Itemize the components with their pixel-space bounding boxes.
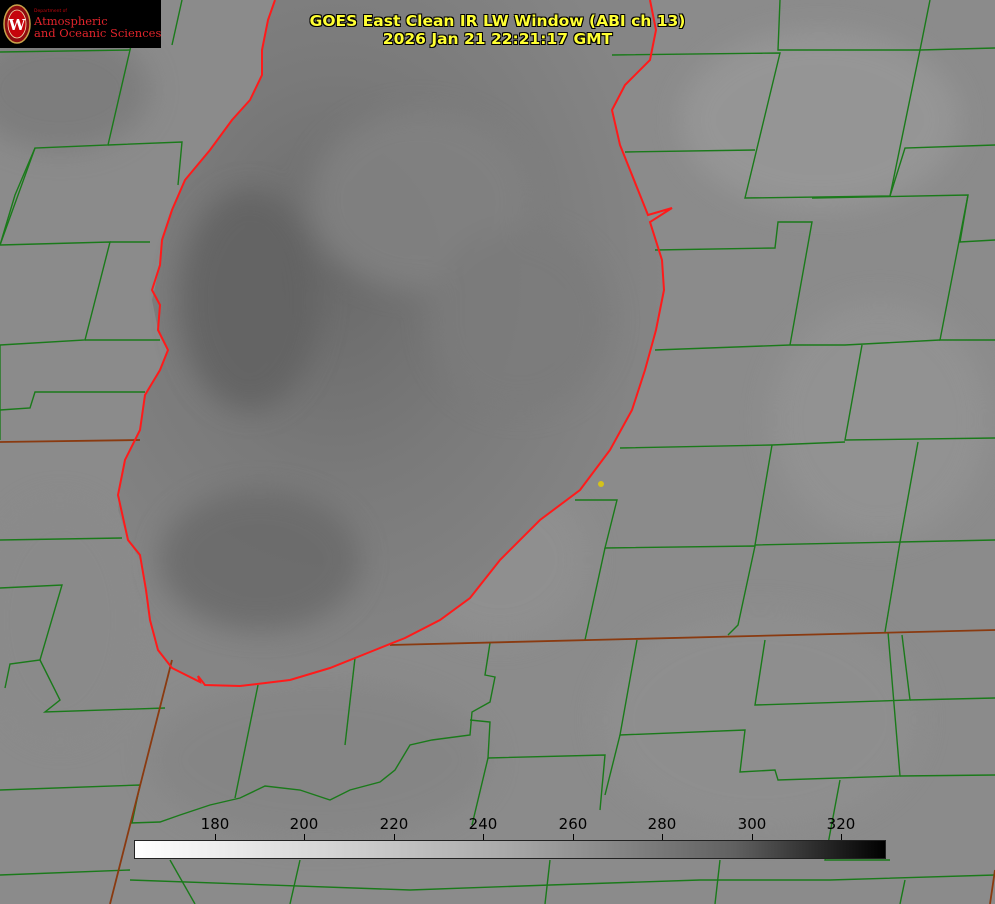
colorbar-tick-label: 220 (379, 815, 409, 833)
colorbar-tick-label: 320 (826, 815, 856, 833)
colorbar-tick-label: 180 (200, 815, 230, 833)
colorbar-tick-label: 280 (647, 815, 677, 833)
location-marker[interactable] (598, 481, 604, 487)
logo-line-2: and Oceanic Sciences (34, 26, 162, 40)
svg-text:W: W (8, 16, 27, 34)
uw-crest-icon: W (3, 4, 31, 44)
colorbar-tick-label: 200 (289, 815, 319, 833)
satellite-map[interactable] (0, 0, 995, 904)
satellite-image-viewer[interactable]: W Department of Atmospheric and Oceanic … (0, 0, 995, 904)
temperature-colorbar (134, 840, 886, 859)
colorbar-tick-label: 260 (558, 815, 588, 833)
colorbar-tick-label: 240 (468, 815, 498, 833)
aos-logo[interactable]: W Department of Atmospheric and Oceanic … (0, 0, 161, 48)
colorbar-tick-labels: 180 200 220 240 260 280 300 320 (0, 814, 995, 834)
colorbar-tick-label: 300 (737, 815, 767, 833)
